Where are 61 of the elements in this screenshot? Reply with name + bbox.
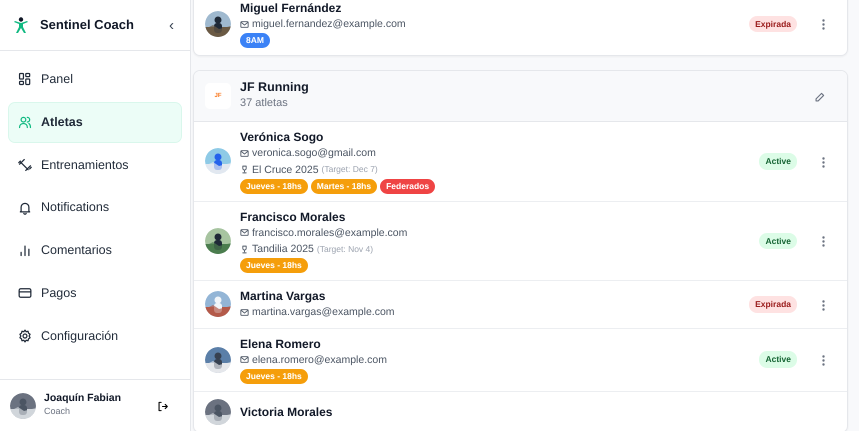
mail-icon [240, 355, 249, 364]
nav-item[interactable]: Panel [8, 59, 182, 100]
athlete-email: francisco.morales@example.com [252, 226, 408, 241]
athlete-name: Verónica Sogo [240, 129, 324, 146]
logo-icon [12, 16, 30, 34]
status-label: Active [759, 153, 797, 170]
tag: Jueves - 18hs [240, 258, 308, 274]
athlete-name: Elena Romero [240, 336, 322, 352]
bell-icon [18, 200, 32, 215]
user-name: Joaquín Fabian [44, 392, 122, 405]
more-icon [822, 156, 825, 168]
athlete-count: 37 atletas [240, 96, 289, 112]
collapse-button[interactable]: ‹ [165, 18, 178, 32]
settings-icon [18, 328, 32, 343]
status-label: Active [759, 232, 797, 250]
grid-icon [18, 72, 32, 86]
more-icon [822, 300, 825, 311]
status-label: Expirada [749, 16, 797, 32]
nav-item[interactable]: Comentarios [8, 230, 182, 271]
goal-target: (Target: Dec 7) [322, 163, 378, 176]
tag: Jueves - 18hs [240, 369, 308, 384]
logout-icon [157, 400, 168, 412]
mail-icon [240, 308, 249, 317]
tag: Federados [380, 178, 436, 194]
credit-card-icon [18, 286, 32, 300]
nav-item[interactable]: Notifications [8, 187, 182, 228]
nav-item[interactable]: Pagos [8, 272, 182, 314]
goal-race: Tandilia 2025 [252, 242, 314, 258]
more-icon [822, 355, 825, 366]
mail-icon [240, 228, 249, 238]
app-title: Sentinel Coach [40, 16, 135, 34]
nav-item[interactable]: Atletas [8, 102, 182, 142]
athlete-email: miguel.fernandez@example.com [252, 17, 406, 32]
goal-race: El Cruce 2025 [252, 162, 319, 178]
nav-item[interactable]: Configuración [8, 316, 182, 356]
more-icon [822, 236, 825, 248]
tag: 8AM [240, 33, 270, 48]
tag: Jueves - 18hs [240, 178, 308, 194]
trophy-icon [240, 244, 249, 254]
status-label: Expirada [749, 296, 797, 313]
edit-icon [814, 92, 825, 103]
athlete-email: elena.romero@example.com [252, 352, 387, 368]
goal-target: (Target: Nov 4) [316, 242, 374, 256]
team-name: JF Running [240, 80, 310, 96]
trophy-icon [240, 165, 249, 174]
tag: Martes - 18hs [310, 178, 378, 194]
bar-chart-icon [18, 243, 32, 258]
mail-icon [240, 149, 249, 158]
athlete-email: veronica.sogo@gmail.com [252, 146, 376, 162]
more-icon [822, 19, 825, 30]
athlete-name: Francisco Morales [240, 208, 346, 225]
athlete-email: martina.vargas@example.com [252, 305, 395, 320]
nav-item[interactable]: Entrenamientos [8, 144, 182, 186]
athlete-name: Martina Vargas [240, 288, 326, 304]
athlete-name: Victoria Morales [240, 404, 334, 420]
mail-icon [240, 20, 249, 29]
status-label: Active [759, 351, 797, 368]
dumbbell-icon [18, 158, 32, 172]
athlete-name: Miguel Fernández [240, 0, 342, 16]
users-icon [18, 115, 32, 130]
user-role: Coach [44, 404, 72, 418]
